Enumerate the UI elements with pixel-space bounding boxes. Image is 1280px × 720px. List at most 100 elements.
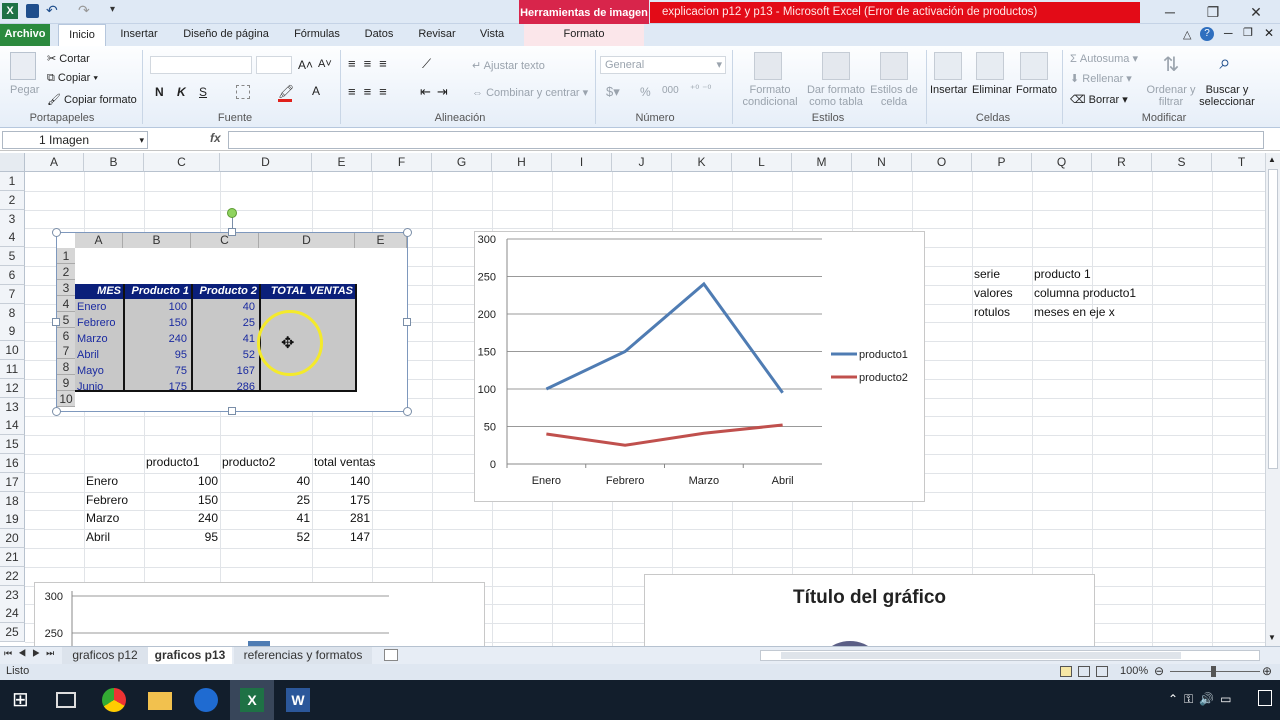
indent-icons[interactable]: ⇤⇥ [420,84,454,100]
table-cell[interactable]: 140 [314,472,370,491]
windows-start-icon[interactable]: ⊞ [12,688,36,712]
resize-handle[interactable] [228,228,236,236]
ribbon-collapse-icon[interactable]: △ [1183,28,1191,41]
task-view-icon[interactable] [56,692,76,708]
row-header-12[interactable]: 12 [0,378,25,398]
row-header-2[interactable]: 2 [0,190,25,210]
tab-revisar[interactable]: Revisar [410,24,464,46]
copy-button[interactable]: ⧉ Copiar ▾ [47,72,98,85]
sheet-tab-p12[interactable]: graficos p12 [62,647,148,664]
percent-button[interactable]: % [640,85,651,99]
tab-datos[interactable]: Datos [356,24,402,46]
select-all-corner[interactable] [0,153,25,172]
zoom-out-icon[interactable]: ⊖ [1154,664,1164,678]
column-header-S[interactable]: S [1152,153,1212,172]
help-icon[interactable]: ? [1200,27,1214,41]
delete-button[interactable]: Eliminar [972,84,1012,96]
fill-color-icon[interactable]: 🖍 [278,84,295,100]
row-header-5[interactable]: 5 [0,247,25,267]
doc-restore-icon[interactable]: ❐ [1243,26,1253,39]
paste-button[interactable]: Pegar [10,84,39,96]
number-format-select[interactable]: General ▾ [600,56,726,74]
decimal-icons[interactable]: ⁺⁰ ⁻⁰ [690,84,711,95]
tab-inicio[interactable]: Inicio [58,24,106,47]
tab-archivo[interactable]: Archivo [0,24,50,46]
font-color-icon[interactable]: A [312,84,320,98]
row-header-8[interactable]: 8 [0,303,25,323]
scroll-up-icon[interactable]: ▲ [1268,155,1276,164]
tab-formato[interactable]: Formato [524,24,644,46]
zoom-slider-thumb[interactable] [1211,666,1216,677]
column-header-N[interactable]: N [852,153,912,172]
row-header-4[interactable]: 4 [0,228,25,248]
table-cell[interactable]: 150 [146,491,218,510]
formula-input[interactable] [228,131,1264,149]
resize-handle[interactable] [228,407,236,415]
bar-chart[interactable]: 300 250 [34,582,485,646]
horizontal-scrollbar[interactable] [760,650,1260,661]
table-cell[interactable]: 52 [222,528,310,547]
horizontal-align-icons[interactable]: ≡≡≡ [348,84,395,99]
table-header-producto1[interactable]: producto1 [146,453,199,472]
table-cell[interactable]: 240 [146,509,218,528]
bold-button[interactable]: N [155,85,164,99]
orientation-icon[interactable]: ⟋ [422,56,431,72]
row-header-18[interactable]: 18 [0,491,25,511]
quick-access-dropdown-icon[interactable]: ▾ [110,4,115,15]
column-header-I[interactable]: I [552,153,612,172]
column-header-A[interactable]: A [25,153,84,172]
worksheet-grid[interactable]: ABCDEFGHIJKLMNOPQRST 1 2 3 4 5 6 7 8 9 10 11 12 13 14… [0,153,1265,646]
currency-icon[interactable]: $▾ [606,84,620,100]
find-select-button[interactable]: Buscar y seleccionar [1196,84,1258,108]
row-header-20[interactable]: 20 [0,529,25,549]
row-header-15[interactable]: 15 [0,435,25,455]
note-cell[interactable]: columna producto1 [1034,284,1136,303]
table-cell[interactable]: 41 [222,509,310,528]
system-tray-icons[interactable]: ⌃⚿🔊▭ [1168,692,1237,707]
restore-icon[interactable]: ❐ [1198,2,1228,22]
pie-chart[interactable]: Título del gráfico [644,574,1095,646]
note-cell[interactable]: valores [974,284,1013,303]
normal-view-icon[interactable] [1060,666,1072,677]
grow-font-icon[interactable]: A˄ [298,58,313,72]
file-explorer-icon[interactable] [148,692,172,710]
table-cell[interactable]: Marzo [86,509,146,528]
column-header-Q[interactable]: Q [1032,153,1092,172]
format-painter-button[interactable]: 🖌 Copiar formato [47,93,137,106]
borders-icon[interactable] [236,85,250,99]
row-header-3[interactable]: 3 [0,209,25,229]
table-cell[interactable]: 175 [314,491,370,510]
zoom-level[interactable]: 100% [1120,665,1148,677]
row-header-21[interactable]: 21 [0,548,25,567]
vertical-align-icons[interactable]: ≡≡≡ [348,56,395,71]
undo-icon[interactable]: ↶ [46,2,58,19]
note-cell[interactable]: producto 1 [1034,265,1091,284]
tab-vista[interactable]: Vista [470,24,514,46]
column-header-F[interactable]: F [372,153,432,172]
conditional-format-button[interactable]: Formato condicional [738,84,802,108]
row-header-19[interactable]: 19 [0,510,25,530]
hscroll-thumb[interactable] [781,652,1181,659]
font-size-select[interactable] [256,56,292,74]
table-cell[interactable]: 95 [146,528,218,547]
scroll-thumb[interactable] [1268,169,1278,469]
italic-button[interactable]: K [177,85,186,99]
column-header-M[interactable]: M [792,153,852,172]
column-header-J[interactable]: J [612,153,672,172]
sheet-tab-p13[interactable]: graficos p13 [148,647,232,664]
format-as-table-button[interactable]: Dar formato como tabla [804,84,868,108]
save-icon[interactable] [26,4,39,18]
resize-handle[interactable] [52,228,61,237]
underline-button[interactable]: S [199,85,207,99]
table-cell[interactable]: Febrero [86,491,146,510]
fill-button[interactable]: ⬇ Rellenar ▾ [1070,72,1132,85]
new-sheet-icon[interactable] [384,649,398,661]
row-header-6[interactable]: 6 [0,266,25,285]
close-icon[interactable]: ✕ [1241,2,1271,22]
wrap-text-button[interactable]: ↵ Ajustar texto [472,59,545,72]
insert-function-button[interactable]: fx [210,131,221,145]
table-cell[interactable]: 147 [314,528,370,547]
rotate-handle[interactable] [227,208,237,218]
sheet-nav-icons[interactable]: ⏮◀▶⏭ [4,648,60,659]
table-cell[interactable]: 40 [222,472,310,491]
